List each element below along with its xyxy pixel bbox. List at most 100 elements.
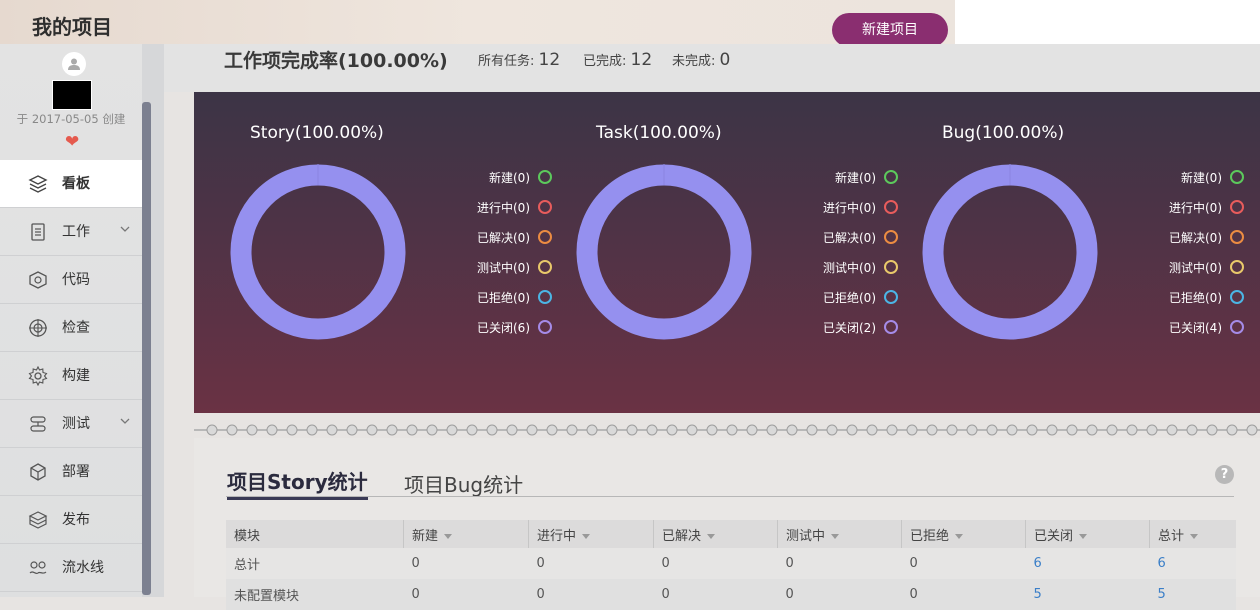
legend-label: 进行中(0) [823,200,876,215]
legend-dot-testing [884,260,898,274]
sidebar-item-board[interactable]: 看板 [0,160,142,208]
legend-item-new[interactable]: 新建(0) [489,168,552,186]
sidebar-item-code[interactable]: 代码 [0,256,142,304]
sidebar-item-pipeline[interactable]: 流水线 [0,544,142,592]
divider-ring [866,424,878,436]
created-date: 于 2017-05-05 创建 [16,112,126,126]
new-project-button[interactable]: 新建项目 [832,13,948,47]
table-cell-link[interactable]: 5 [1025,579,1150,610]
divider-ring [446,424,458,436]
sidebar-item-work[interactable]: 工作 [0,208,142,256]
sidebar-item-label: 部署 [62,464,90,480]
divider-ring [206,424,218,436]
favorite-heart-icon[interactable]: ❤ [65,132,79,152]
legend-item-closed[interactable]: 已关闭(2) [823,318,898,336]
sidebar-item-inspect[interactable]: 检查 [0,304,142,352]
legend-label: 新建(0) [1181,170,1222,185]
chevron-down-icon[interactable] [118,414,132,428]
task-donut-ring [576,164,752,340]
chevron-down-icon[interactable] [118,222,132,236]
legend-item-new[interactable]: 新建(0) [835,168,898,186]
legend-item-rejected[interactable]: 已拒绝(0) [477,288,552,306]
sort-caret-icon[interactable] [955,533,964,539]
legend-dot-rejected [1230,290,1244,304]
story-donut-chart [230,164,406,340]
layers-icon [28,175,48,193]
column-header-in-progress[interactable]: 进行中 [528,520,654,548]
cube-icon [30,463,46,481]
help-icon[interactable]: ? [1215,465,1234,484]
legend-item-rejected[interactable]: 已拒绝(0) [823,288,898,306]
legend-item-new[interactable]: 新建(0) [1181,168,1244,186]
sidebar-item-release[interactable]: 发布 [0,496,142,544]
divider-ring [986,424,998,436]
table-cell-link[interactable]: 5 [1149,579,1236,610]
legend-dot-resolved [538,230,552,244]
column-header-resolved[interactable]: 已解决 [653,520,778,548]
legend-item-resolved[interactable]: 已解决(0) [477,228,552,246]
legend-item-closed[interactable]: 已关闭(6) [477,318,552,336]
legend-item-resolved[interactable]: 已解决(0) [823,228,898,246]
legend-label: 测试中(0) [477,260,530,275]
column-header-rejected[interactable]: 已拒绝 [901,520,1026,548]
sidebar: 于 2017-05-05 创建 ❤ 看板 工作 代码 检查 构建 测试 部署 发… [0,44,143,597]
legend-item-resolved[interactable]: 已解决(0) [1169,228,1244,246]
divider-ring [286,424,298,436]
task-chart-title: Task(100.00%) [596,123,722,143]
sidebar-item-build[interactable]: 构建 [0,352,142,400]
divider-ring [426,424,438,436]
column-label: 进行中 [537,528,577,544]
tab-bug-stats[interactable]: 项目Bug统计 [404,469,523,498]
document-list-icon [31,223,45,241]
sort-caret-icon[interactable] [707,533,716,539]
column-header-closed[interactable]: 已关闭 [1025,520,1150,548]
column-header-testing[interactable]: 测试中 [777,520,902,548]
column-label: 测试中 [786,528,826,544]
table-cell-link[interactable]: 6 [1025,548,1150,579]
legend-label: 测试中(0) [823,260,876,275]
sort-caret-icon[interactable] [831,533,840,539]
tab-story-stats[interactable]: 项目Story统计 [227,466,368,500]
table-cell-link[interactable]: 6 [1149,548,1236,579]
sidebar-scrollbar-thumb[interactable] [142,102,151,595]
divider-ring [1006,424,1018,436]
sidebar-item-deploy[interactable]: 部署 [0,448,142,496]
sidebar-item-test[interactable]: 测试 [0,400,142,448]
legend-item-in-progress[interactable]: 进行中(0) [823,198,898,216]
sort-caret-icon[interactable] [582,533,591,539]
avatar[interactable] [62,52,86,76]
tab-underline [226,496,1234,497]
column-header-total[interactable]: 总计 [1149,520,1236,548]
divider-ring [266,424,278,436]
legend-item-testing[interactable]: 测试中(0) [477,258,552,276]
legend-item-in-progress[interactable]: 进行中(0) [477,198,552,216]
column-header-module[interactable]: 模块 [226,520,404,548]
sort-caret-icon[interactable] [444,533,453,539]
legend-item-testing[interactable]: 测试中(0) [823,258,898,276]
legend-item-testing[interactable]: 测试中(0) [1169,258,1244,276]
divider-ring [506,424,518,436]
legend-label: 测试中(0) [1169,260,1222,275]
top-header [0,0,955,44]
all-tasks-stat: 所有任务: 12 [478,50,560,70]
divider-ring [846,424,858,436]
legend-label: 进行中(0) [477,200,530,215]
divider-ring [606,424,618,436]
legend-item-in-progress[interactable]: 进行中(0) [1169,198,1244,216]
legend-item-closed[interactable]: 已关闭(4) [1169,318,1244,336]
column-header-new[interactable]: 新建 [403,520,529,548]
sidebar-item-label: 检查 [62,320,90,336]
legend-dot-rejected [884,290,898,304]
legend-label: 已拒绝(0) [477,290,530,305]
sort-caret-icon[interactable] [1079,533,1088,539]
sort-caret-icon[interactable] [1190,533,1199,539]
legend-item-rejected[interactable]: 已拒绝(0) [1169,288,1244,306]
divider-ring [486,424,498,436]
divider-ring [666,424,678,436]
sidebar-nav: 看板 工作 代码 检查 构建 测试 部署 发布 流水线 [0,160,142,592]
sidebar-item-label: 构建 [62,368,90,384]
legend-dot-in-progress [1230,200,1244,214]
divider-ring [1086,424,1098,436]
legend-dot-closed [1230,320,1244,334]
legend-dot-new [538,170,552,184]
